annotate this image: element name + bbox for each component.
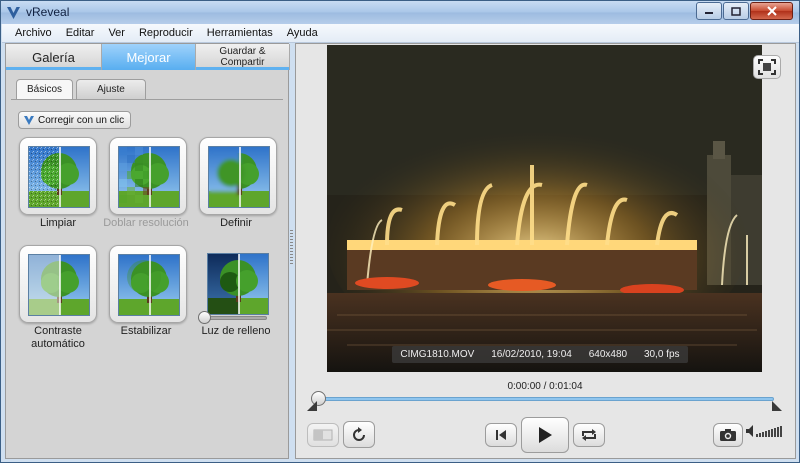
time-separator: / [540, 381, 550, 392]
video-datetime: 16/02/2010, 19:04 [491, 349, 572, 360]
video-filename: CIMG1810.MOV [400, 349, 475, 360]
tool-luz-de-relleno-label: Luz de relleno [201, 325, 271, 337]
contraste-thumbnail [28, 254, 90, 316]
title-bar: vReveal [1, 1, 799, 24]
snapshot-button[interactable] [713, 423, 743, 447]
checkmark-icon [24, 116, 34, 125]
loop-icon [582, 429, 596, 441]
tab-mejorar-label: Mejorar [126, 49, 171, 65]
tab-guardar-compartir[interactable]: Guardar & Compartir [196, 44, 290, 70]
tool-limpiar-label: Limpiar [39, 217, 77, 229]
menu-herramientas[interactable]: Herramientas [200, 27, 280, 39]
tool-definir-label: Definir [220, 217, 252, 229]
split-view-icon [313, 429, 333, 441]
video-info-bar: CIMG1810.MOV 16/02/2010, 19:04 640x480 3… [392, 346, 688, 363]
limpiar-thumbnail [28, 146, 90, 208]
estabilizar-thumbnail [118, 254, 180, 316]
window-title: vReveal [26, 5, 70, 19]
current-time: 0:00:00 [507, 381, 541, 392]
one-click-fix-label: Corregir con un clic [38, 114, 125, 126]
menu-bar: Archivo Editar Ver Reproducir Herramient… [2, 24, 799, 43]
compare-toggle-button[interactable] [307, 423, 339, 447]
trim-end-handle[interactable] [772, 401, 782, 411]
close-icon [766, 6, 777, 16]
total-time: 0:01:04 [549, 381, 583, 392]
sub-tabs: Básicos Ajuste [16, 79, 149, 99]
seek-bar[interactable] [318, 397, 774, 401]
doblar-resolucion-thumbnail [118, 146, 180, 208]
minimize-button[interactable] [696, 2, 722, 20]
camera-icon [720, 429, 736, 441]
video-preview[interactable] [327, 45, 762, 372]
tool-contraste-automatico[interactable] [19, 245, 97, 323]
play-icon [539, 427, 552, 443]
close-button[interactable] [750, 2, 793, 20]
panel-splitter-handle[interactable] [290, 230, 293, 266]
maximize-icon [731, 6, 741, 16]
previous-frame-button[interactable] [485, 423, 517, 447]
fill-light-slider-knob[interactable] [198, 311, 211, 324]
luz-de-relleno-thumbnail [207, 253, 269, 315]
tool-luz-de-relleno[interactable] [199, 245, 277, 323]
fullscreen-button[interactable] [753, 55, 781, 79]
menu-ver[interactable]: Ver [101, 27, 132, 39]
time-readout: 0:00:00 / 0:01:04 [470, 381, 620, 392]
tab-ajuste[interactable]: Ajuste [76, 79, 146, 99]
reset-button[interactable] [343, 421, 375, 448]
definir-thumbnail [208, 146, 270, 208]
speaker-icon [746, 425, 782, 437]
menu-reproducir[interactable]: Reproducir [132, 27, 200, 39]
refresh-icon [353, 426, 365, 441]
tab-compartir-label: Compartir [220, 57, 265, 68]
subtab-divider [11, 99, 283, 100]
tab-guardar-label: Guardar & [219, 46, 266, 57]
tool-definir[interactable] [199, 137, 277, 215]
tab-galeria[interactable]: Galería [6, 44, 102, 70]
tool-estabilizar-label: Estabilizar [120, 325, 172, 337]
vreveal-logo-icon [7, 7, 20, 19]
play-button[interactable] [521, 417, 569, 453]
trim-start-handle[interactable] [307, 401, 317, 411]
main-tabs: Galería Mejorar Guardar & Compartir [6, 44, 290, 70]
tool-doblar-resolucion-label: Doblar resolución [103, 217, 189, 229]
skip-back-icon [496, 430, 506, 440]
fountain-video-frame [327, 45, 762, 372]
tool-contraste-label: Contraste automático [31, 325, 85, 350]
tab-mejorar[interactable]: Mejorar [102, 44, 196, 70]
tab-galeria-label: Galería [32, 49, 75, 65]
menu-archivo[interactable]: Archivo [8, 27, 59, 39]
menu-ayuda[interactable]: Ayuda [280, 27, 325, 39]
video-fps: 30,0 fps [643, 349, 680, 360]
menu-editar[interactable]: Editar [59, 27, 102, 39]
one-click-fix-button[interactable]: Corregir con un clic [18, 111, 132, 129]
video-resolution: 640x480 [588, 349, 628, 360]
fullscreen-icon [758, 59, 776, 75]
tool-doblar-resolucion[interactable] [109, 137, 187, 215]
loop-button[interactable] [573, 423, 605, 447]
minimize-icon [705, 12, 713, 14]
tool-limpiar[interactable] [19, 137, 97, 215]
tool-estabilizar[interactable] [109, 245, 187, 323]
volume-control[interactable] [745, 423, 785, 439]
maximize-button[interactable] [723, 2, 749, 20]
fill-light-slider-track[interactable] [203, 316, 267, 320]
tab-basicos[interactable]: Básicos [16, 79, 74, 99]
